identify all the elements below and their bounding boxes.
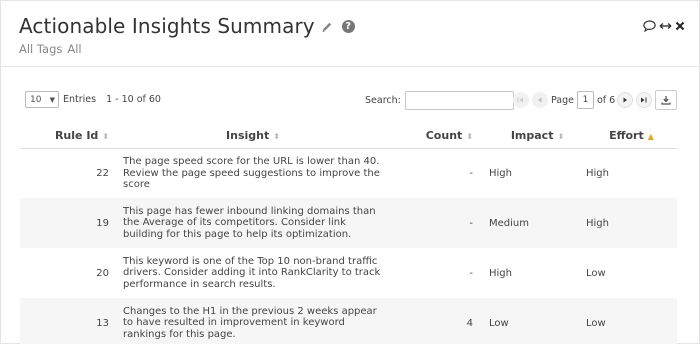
table-toolbar: 10 ▼ Entries 1 - 10 of 60 Search: Page 1… [25, 90, 677, 111]
table-row[interactable]: 19 This page has fewer inbound linking d… [20, 198, 677, 248]
tags-label: All Tags [19, 42, 63, 56]
page-length-select[interactable]: 10 ▼ [25, 91, 59, 108]
cell-effort: Low [586, 298, 677, 344]
pagination: Page 1 of 6 [513, 91, 655, 109]
cell-rule-id: 13 [20, 298, 123, 344]
search-input[interactable] [404, 91, 514, 110]
download-icon [661, 96, 671, 105]
pencil-icon[interactable] [321, 20, 333, 32]
cell-rule-id: 19 [20, 198, 123, 248]
cell-count: 4 [383, 298, 489, 344]
cell-count: - [383, 198, 489, 248]
tags-value: All [67, 42, 82, 56]
sort-icon: ⬍ [102, 132, 109, 142]
panel-title: Actionable Insights Summary [19, 14, 315, 38]
entries-label: Entries [63, 94, 97, 105]
panel-header: Actionable Insights Summary ? All Tags Al… [1, 1, 699, 67]
cell-insight: This keyword is one of the Top 10 non-br… [123, 248, 383, 298]
cell-count: - [383, 248, 489, 298]
cell-rule-id: 20 [20, 248, 123, 298]
cell-impact: Low [489, 298, 586, 344]
sort-icon: ⬍ [273, 132, 280, 142]
column-label: Insight [226, 129, 270, 143]
first-page-icon [517, 97, 523, 103]
next-page-button[interactable] [617, 92, 634, 108]
next-page-icon [623, 97, 628, 103]
column-header-impact[interactable]: Impact ⬍ [489, 124, 586, 149]
table-row[interactable]: 20 This keyword is one of the Top 10 non… [20, 248, 677, 298]
page-length-value: 10 [30, 94, 42, 105]
table-header-row: Rule Id ⬍ Insight ⬍ Count ⬍ Impact ⬍ Effort ▲ [20, 124, 677, 149]
help-icon[interactable]: ? [341, 19, 355, 33]
column-label: Count [425, 129, 463, 143]
column-header-rule-id[interactable]: Rule Id ⬍ [20, 124, 123, 149]
page-number-input[interactable]: 1 [577, 91, 594, 109]
cell-insight: This page has fewer inbound linking doma… [123, 198, 383, 248]
table-row[interactable]: 13 Changes to the H1 in the previous 2 w… [20, 298, 677, 344]
cell-impact: Medium [489, 198, 586, 248]
page-label: Page [551, 94, 574, 106]
column-label: Impact [510, 129, 554, 143]
tags-filter[interactable]: All Tags All [19, 42, 82, 56]
sort-icon: ⬍ [557, 132, 565, 142]
insights-table: Rule Id ⬍ Insight ⬍ Count ⬍ Impact ⬍ Effort ▲… [20, 124, 677, 344]
download-button[interactable] [655, 90, 677, 110]
table-row[interactable]: 22 The page speed score for the URL is l… [20, 148, 677, 198]
page-length-control: 10 ▼ Entries 1 - 10 of 60 [25, 91, 161, 108]
column-header-insight[interactable]: Insight ⬍ [123, 124, 383, 149]
close-icon[interactable] [675, 21, 685, 31]
prev-page-icon [538, 97, 542, 103]
column-label: Rule Id [54, 129, 99, 143]
cell-impact: High [489, 248, 586, 298]
resize-arrows-icon[interactable] [659, 21, 672, 31]
cell-effort: High [586, 198, 677, 248]
title-row: Actionable Insights Summary ? [19, 13, 355, 39]
insights-panel: Actionable Insights Summary ? All Tags Al… [0, 0, 700, 344]
cell-insight: Changes to the H1 in the previous 2 week… [123, 298, 383, 344]
cell-effort: High [586, 148, 677, 198]
page-total: of 6 [597, 94, 616, 106]
cell-rule-id: 22 [20, 148, 123, 198]
sort-icon: ⬍ [466, 132, 473, 142]
cell-insight: The page speed score for the URL is lowe… [123, 148, 383, 198]
last-page-icon [641, 97, 647, 103]
cell-effort: Low [586, 248, 677, 298]
chevron-down-icon: ▼ [49, 95, 55, 104]
cell-count: - [383, 148, 489, 198]
cell-impact: High [489, 148, 586, 198]
column-header-count[interactable]: Count ⬍ [383, 124, 489, 149]
range-info: 1 - 10 of 60 [106, 94, 161, 105]
last-page-button[interactable] [636, 92, 653, 108]
header-actions [643, 20, 685, 32]
column-label: Effort [609, 129, 644, 143]
search-label: Search: [365, 95, 401, 106]
prev-page-button[interactable] [532, 92, 548, 108]
search-control: Search: [365, 91, 514, 110]
column-header-effort[interactable]: Effort ▲ [586, 124, 677, 149]
comment-icon[interactable] [643, 20, 656, 32]
sort-ascending-icon: ▲ [647, 132, 654, 142]
first-page-button[interactable] [513, 92, 529, 108]
